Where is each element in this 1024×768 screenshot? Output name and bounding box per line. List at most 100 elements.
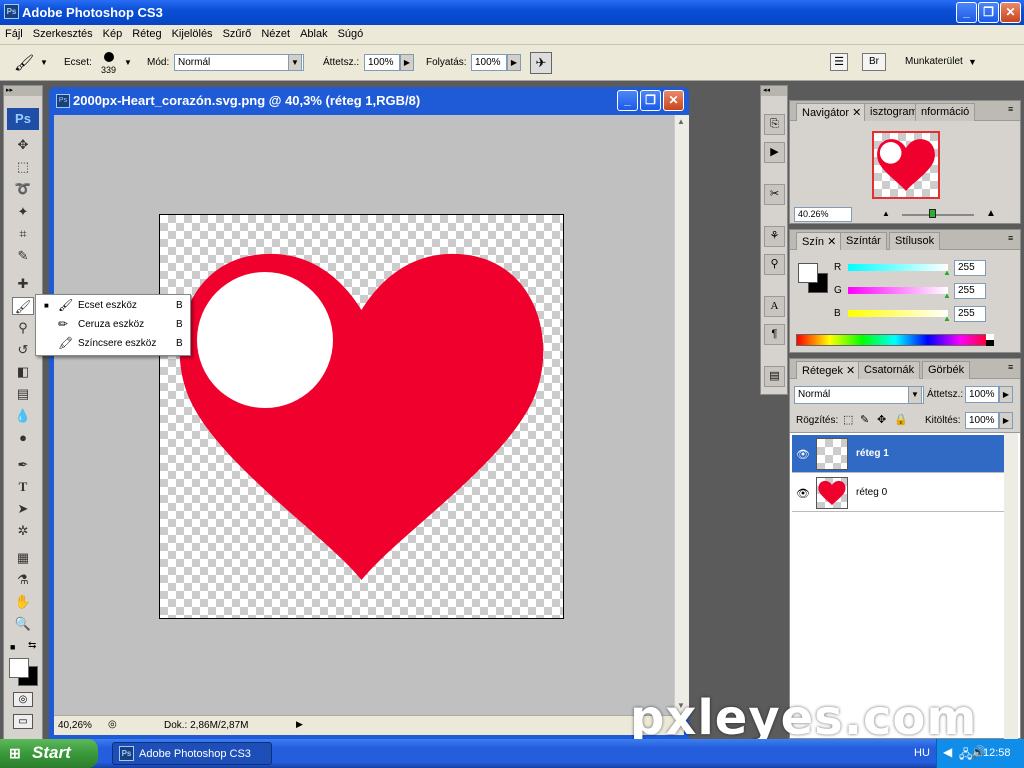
r-slider-thumb-icon[interactable]: ▲ <box>943 268 951 277</box>
menu-window[interactable]: Ablak <box>295 25 333 40</box>
navigator-zoom-input[interactable]: 40.26% <box>794 207 852 222</box>
magic-wand-tool-icon[interactable]: ✦ <box>12 203 34 221</box>
pen-tool-icon[interactable]: ✒ <box>12 456 34 474</box>
eyedropper-tool-icon[interactable]: ⚗ <box>12 571 34 589</box>
zoom-out-icon[interactable]: ▲ <box>882 209 890 218</box>
status-arrow-icon[interactable]: ▶ <box>296 719 303 730</box>
history-brush-tool-icon[interactable]: ↺ <box>12 341 34 359</box>
airbrush-toggle-icon[interactable]: ✈ <box>530 52 552 74</box>
layer-opacity-input[interactable]: 100% <box>965 386 999 403</box>
opacity-arrow-icon[interactable]: ▶ <box>400 54 414 71</box>
lock-transparency-icon[interactable]: ⬚ <box>843 413 853 426</box>
minimize-button[interactable]: _ <box>956 2 977 23</box>
strip-grip-icon[interactable]: ◂◂ <box>761 86 787 96</box>
layers-scrollbar[interactable] <box>1004 433 1018 739</box>
dodge-tool-icon[interactable]: ● <box>12 429 34 447</box>
clone-stamp-tool-icon[interactable]: ⚲ <box>12 319 34 337</box>
scroll-up-icon[interactable]: ▲ <box>677 117 685 126</box>
brush-tip-icon[interactable] <box>104 52 114 62</box>
r-input[interactable]: 255 <box>954 260 986 276</box>
tab-navigator[interactable]: Navigátor ✕ <box>796 103 868 121</box>
menu-view[interactable]: Nézet <box>256 25 295 40</box>
canvas-area[interactable]: ▲ ▼ <box>54 115 689 715</box>
eraser-tool-icon[interactable]: ◧ <box>12 363 34 381</box>
r-slider[interactable] <box>848 264 948 271</box>
slice-tool-icon[interactable]: ✎ <box>12 247 34 265</box>
flow-input[interactable]: 100% <box>471 54 507 71</box>
quick-mask-icon[interactable]: ◎ <box>13 692 33 707</box>
tab-layers[interactable]: Rétegek ✕ <box>796 361 862 379</box>
tool-preset-dropdown-icon[interactable]: ▼ <box>40 58 48 67</box>
layer-comps-panel-icon[interactable]: ▤ <box>764 366 785 387</box>
flyout-item-brush[interactable]: ■ 🖌 Ecset eszköz B <box>36 296 190 315</box>
tray-arrow-icon[interactable]: ◀ <box>943 745 952 759</box>
zoom-in-icon[interactable]: ▲ <box>986 208 996 219</box>
navigator-preview[interactable] <box>872 131 940 199</box>
doc-minimize-button[interactable]: _ <box>617 90 638 111</box>
panel-menu-icon[interactable]: ≡ <box>1008 104 1013 114</box>
close-tab-icon[interactable]: ✕ <box>846 365 855 377</box>
menu-layer[interactable]: Réteg <box>127 25 166 40</box>
tab-styles[interactable]: Stílusok <box>889 232 941 250</box>
layer-row[interactable]: 👁 réteg 0 <box>792 474 1004 512</box>
blend-mode-select[interactable]: Normál <box>794 386 924 404</box>
color-fg-swatch[interactable] <box>798 263 818 283</box>
tab-color[interactable]: Szín ✕ <box>796 232 843 250</box>
history-panel-icon[interactable]: ⎘ <box>764 114 785 135</box>
marquee-tool-icon[interactable]: ⬚ <box>12 158 34 176</box>
zoom-tool-icon[interactable]: 🔍 <box>12 615 34 633</box>
visibility-eye-icon[interactable]: 👁 <box>796 487 810 500</box>
paragraph-panel-icon[interactable]: ¶ <box>764 324 785 345</box>
g-input[interactable]: 255 <box>954 283 986 299</box>
language-indicator[interactable]: HU <box>914 747 930 759</box>
notes-tool-icon[interactable]: ▦ <box>12 549 34 567</box>
panel-menu-icon[interactable]: ≡ <box>1008 362 1013 372</box>
navigator-zoom-slider[interactable] <box>902 214 974 216</box>
visibility-eye-icon[interactable]: 👁 <box>796 448 810 461</box>
tab-swatches[interactable]: Színtár <box>840 232 887 250</box>
flyout-item-color-replacement[interactable]: 🖍 Színcsere eszköz B <box>36 334 190 353</box>
clock[interactable]: 12:58 <box>983 747 1011 759</box>
flow-arrow-icon[interactable]: ▶ <box>507 54 521 71</box>
lasso-tool-icon[interactable]: ➰ <box>12 180 34 198</box>
move-tool-icon[interactable]: ✥ <box>12 136 34 154</box>
mode-select[interactable]: Normál <box>174 54 304 71</box>
workspace-dropdown-icon[interactable]: ▼ <box>968 57 977 67</box>
palette-well-icon[interactable]: ☰ <box>830 53 848 71</box>
b-slider-thumb-icon[interactable]: ▲ <box>943 314 951 323</box>
close-tab-icon[interactable]: ✕ <box>827 236 836 248</box>
tool-preset-brush-icon[interactable]: 🖌 <box>14 53 34 73</box>
clone-source-panel-icon[interactable]: ⚲ <box>764 254 785 275</box>
tab-info[interactable]: nformáció <box>915 103 976 121</box>
menu-image[interactable]: Kép <box>98 25 128 40</box>
b-slider[interactable] <box>848 310 948 317</box>
ps-logo-icon[interactable]: Ps <box>7 108 39 130</box>
layer-opacity-arrow-icon[interactable]: ▶ <box>999 386 1013 403</box>
close-button[interactable]: ✕ <box>1000 2 1021 23</box>
g-slider[interactable] <box>848 287 948 294</box>
lock-pixels-icon[interactable]: ✎ <box>860 413 869 426</box>
hand-tool-icon[interactable]: ✋ <box>12 593 34 611</box>
workspace-menu[interactable]: Munkaterület <box>905 56 963 67</box>
doc-maximize-button[interactable]: ❐ <box>640 90 661 111</box>
actions-panel-icon[interactable]: ▶ <box>764 142 785 163</box>
ramp-black[interactable] <box>986 340 994 346</box>
menu-file[interactable]: Fájl <box>0 25 28 40</box>
g-slider-thumb-icon[interactable]: ▲ <box>943 291 951 300</box>
menu-select[interactable]: Kijelölés <box>167 25 218 40</box>
blend-mode-dropdown-icon[interactable]: ▼ <box>908 386 922 404</box>
brush-dropdown-icon[interactable]: ▼ <box>124 58 132 67</box>
default-colors-icon[interactable]: ■ <box>10 642 15 652</box>
crop-tool-icon[interactable]: ⌗ <box>12 225 34 243</box>
panel-menu-icon[interactable]: ≡ <box>1008 233 1013 243</box>
character-panel-icon[interactable]: A <box>764 296 785 317</box>
lock-all-icon[interactable]: 🔒 <box>894 413 908 426</box>
toolbox-grip-icon[interactable]: ▸▸ <box>4 86 42 96</box>
tab-paths[interactable]: Görbék <box>922 361 971 379</box>
image-canvas[interactable] <box>159 214 564 619</box>
taskbar-item-photoshop[interactable]: Ps Adobe Photoshop CS3 <box>112 742 272 765</box>
start-button[interactable]: ⊞ Start <box>0 739 98 768</box>
opacity-input[interactable]: 100% <box>364 54 400 71</box>
maximize-button[interactable]: ❐ <box>978 2 999 23</box>
foreground-color-swatch[interactable] <box>9 658 29 678</box>
